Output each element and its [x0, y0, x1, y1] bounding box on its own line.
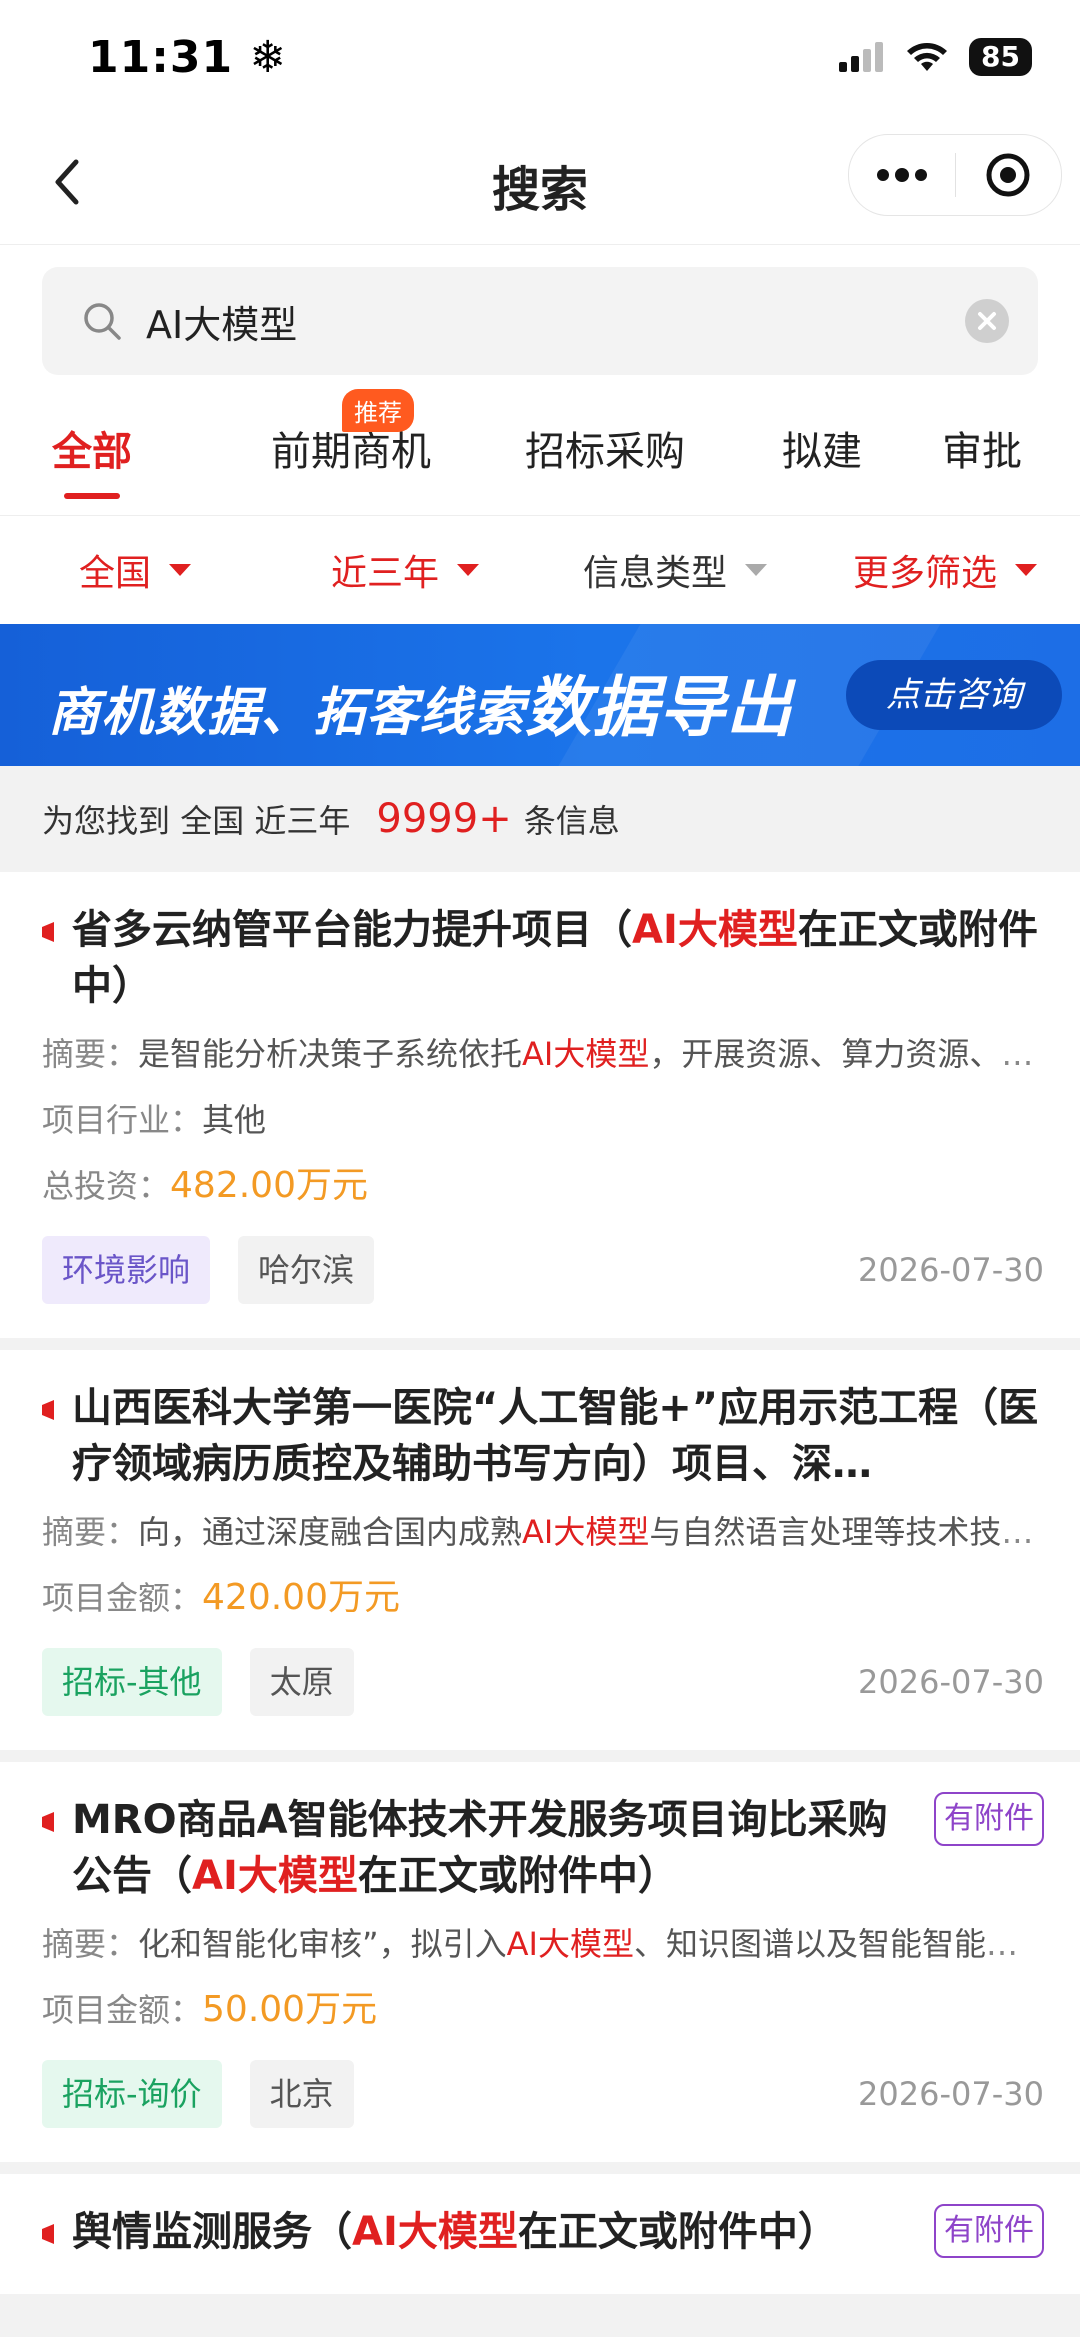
search-icon [84, 303, 121, 340]
promo-banner[interactable]: 商机数据、拓客线索数据导出 点击咨询 [0, 624, 1080, 766]
card-summary: 摘要：向，通过深度融合国内成熟AI大模型与自然语言处理等技术技术技术 [42, 1513, 1044, 1551]
result-summary: 为您找到 全国 近三年 9999+ 条信息 [0, 766, 1080, 872]
card-title: 省多云纳管平台能力提升项目（AI大模型在正文或附件中） [42, 902, 1044, 1014]
filter-more[interactable]: 更多筛选 [810, 544, 1080, 596]
clear-icon[interactable] [964, 298, 1010, 344]
category-tabs: 全部 推荐 前期商机 招标采购 拟建 审批 [0, 389, 1080, 516]
card-investment: 总投资：482.00万元 [42, 1165, 368, 1206]
dropdown-triangle-icon [457, 564, 479, 576]
card-date: 2026-07-30 [858, 2075, 1044, 2113]
search-box[interactable]: AI大模型 [42, 267, 1038, 375]
attachment-badge: 有附件 [934, 2204, 1044, 2258]
cellular-signal-icon [839, 42, 884, 72]
more-menu-button[interactable] [849, 135, 955, 215]
status-time: 11:31 ❄ [88, 32, 288, 83]
dropdown-triangle-icon [745, 564, 767, 576]
search-input[interactable]: AI大模型 [146, 294, 964, 349]
recommend-badge: 推荐 [342, 389, 414, 432]
target-circle-icon [986, 153, 1030, 197]
tab-early-opportunity[interactable]: 推荐 前期商机 [226, 389, 476, 515]
title-marker-icon [42, 922, 54, 942]
dropdown-triangle-icon [169, 564, 191, 576]
attachment-badge: 有附件 [934, 1792, 1044, 1846]
wifi-icon [907, 43, 948, 71]
status-bar: 11:31 ❄ 85 [0, 0, 1080, 120]
result-card[interactable]: 舆情监测服务（AI大模型在正文或附件中） 有附件 [0, 2174, 1080, 2294]
card-title: 舆情监测服务（AI大模型在正文或附件中） 有附件 [42, 2204, 1044, 2260]
dropdown-triangle-icon [1015, 564, 1037, 576]
city-tag: 哈尔滨 [238, 1236, 375, 1304]
type-tag: 环境影响 [42, 1236, 211, 1304]
tab-proposed[interactable]: 拟建 [762, 395, 882, 515]
filter-period[interactable]: 近三年 [270, 544, 540, 596]
result-count: 9999+ [376, 796, 512, 842]
result-card[interactable]: 山西医科大学第一医院“人工智能+”应用示范工程（医疗领域病历质控及辅助书写方向）… [0, 1350, 1080, 1750]
mini-program-capsule [848, 134, 1062, 216]
card-title: 山西医科大学第一医院“人工智能+”应用示范工程（医疗领域病历质控及辅助书写方向）… [42, 1380, 1044, 1492]
type-tag: 招标-其他 [42, 1648, 222, 1716]
card-amount: 项目金额：50.00万元 [42, 1989, 378, 2030]
snowflake-icon: ❄ [249, 32, 288, 83]
card-date: 2026-07-30 [858, 1663, 1044, 1701]
title-marker-icon [42, 1812, 54, 1832]
filter-region[interactable]: 全国 [0, 544, 270, 596]
tab-bidding[interactable]: 招标采购 [500, 395, 710, 515]
card-amount: 项目金额：420.00万元 [42, 1577, 400, 1618]
battery-icon: 85 [969, 38, 1032, 76]
result-card[interactable]: MRO商品A智能体技术开发服务项目询比采购公告（AI大模型在正文或附件中） 有附… [0, 1762, 1080, 2162]
card-summary: 摘要：是智能分析决策子系统依托AI大模型，开展资源、算力资源、算力资源 [42, 1035, 1044, 1073]
tab-all[interactable]: 全部 [24, 395, 160, 515]
city-tag: 太原 [249, 1648, 354, 1716]
card-title: MRO商品A智能体技术开发服务项目询比采购公告（AI大模型在正文或附件中） 有附… [42, 1792, 1044, 1904]
nav-bar: 搜索 [0, 120, 1080, 245]
card-industry: 项目行业：其他 [42, 1101, 267, 1139]
card-date: 2026-07-30 [858, 1251, 1044, 1289]
city-tag: 北京 [249, 2060, 354, 2128]
tab-approval[interactable]: 审批 [922, 395, 1042, 515]
title-marker-icon [42, 2224, 54, 2244]
filter-info-type[interactable]: 信息类型 [540, 544, 810, 596]
banner-text: 商机数据、拓客线索数据导出 [48, 669, 794, 746]
filter-bar: 全国 近三年 信息类型 更多筛选 [0, 516, 1080, 624]
type-tag: 招标-询价 [42, 2060, 222, 2128]
result-card[interactable]: 省多云纳管平台能力提升项目（AI大模型在正文或附件中） 摘要：是智能分析决策子系… [0, 872, 1080, 1338]
title-marker-icon [42, 1400, 54, 1420]
consult-button[interactable]: 点击咨询 [846, 660, 1062, 730]
more-dots-icon [876, 168, 927, 182]
card-summary: 摘要：化和智能化审核”，拟引入AI大模型、知识图谱以及智能智能智能 [42, 1925, 1044, 1963]
close-mini-program-button[interactable] [956, 135, 1062, 215]
